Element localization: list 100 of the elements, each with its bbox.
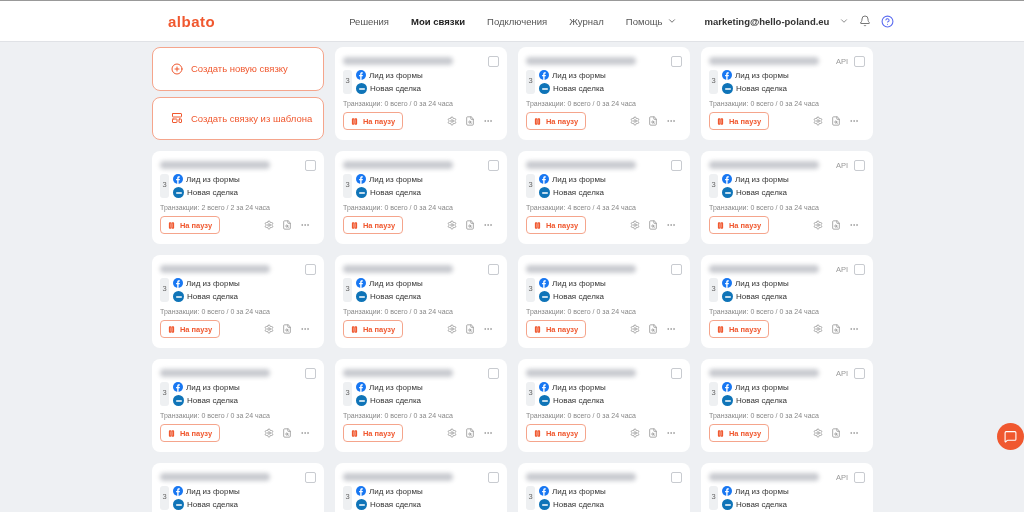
pause-icon: [716, 221, 724, 229]
action-label: Новая сделка: [736, 188, 788, 197]
facebook-icon: [173, 486, 183, 496]
settings-icon[interactable]: [264, 428, 274, 438]
checkbox[interactable]: [488, 367, 499, 379]
action-label: Новая сделка: [553, 292, 605, 301]
settings-icon[interactable]: [630, 428, 640, 438]
checkbox[interactable]: [671, 159, 682, 171]
checkbox[interactable]: [305, 367, 316, 379]
nav-link[interactable]: Мои связки: [411, 15, 466, 27]
create-button[interactable]: Создать связку из шаблона: [152, 96, 324, 140]
pause-icon: [350, 429, 358, 437]
trigger-label: Лид из формы: [186, 174, 240, 184]
checkbox[interactable]: [488, 55, 499, 67]
facebook-icon: [722, 70, 732, 80]
settings-icon[interactable]: [264, 220, 274, 230]
trigger-label: Лид из формы: [369, 486, 423, 496]
document-search-icon[interactable]: [648, 116, 658, 126]
checkbox[interactable]: [305, 263, 316, 275]
checkbox[interactable]: [671, 367, 682, 379]
facebook-icon: [356, 382, 366, 392]
checkbox[interactable]: [854, 263, 865, 275]
nav-link[interactable]: Решения: [349, 15, 389, 27]
account-email[interactable]: marketing@hello-poland.eu: [704, 15, 830, 27]
settings-icon[interactable]: [447, 324, 457, 334]
pause-icon: [350, 221, 358, 229]
chat-icon: [1004, 430, 1017, 443]
trigger-label: Лид из формы: [735, 70, 789, 80]
document-search-icon[interactable]: [465, 116, 475, 126]
document-search-icon[interactable]: [648, 428, 658, 438]
pause-icon: [533, 221, 541, 229]
crm-icon: [539, 83, 550, 94]
document-search-icon[interactable]: [282, 220, 292, 230]
settings-icon[interactable]: [630, 116, 640, 126]
checkbox[interactable]: [854, 159, 865, 171]
facebook-icon: [539, 486, 549, 496]
settings-icon[interactable]: [630, 324, 640, 334]
settings-icon[interactable]: [264, 324, 274, 334]
document-search-icon[interactable]: [648, 324, 658, 334]
document-search-icon[interactable]: [465, 428, 475, 438]
settings-icon[interactable]: [813, 428, 823, 438]
document-search-icon[interactable]: [831, 428, 841, 438]
document-search-icon[interactable]: [282, 428, 292, 438]
pause-icon: [716, 325, 724, 333]
facebook-icon: [722, 382, 732, 392]
settings-icon[interactable]: [813, 116, 823, 126]
document-search-icon[interactable]: [831, 324, 841, 334]
action-label: Новая сделка: [370, 188, 422, 197]
pause-icon: [533, 429, 541, 437]
checkbox[interactable]: [854, 471, 865, 483]
nav-link[interactable]: Журнал: [569, 15, 604, 27]
document-search-icon[interactable]: [831, 116, 841, 126]
settings-icon[interactable]: [447, 428, 457, 438]
plus-circle-icon: [171, 62, 183, 75]
checkbox[interactable]: [671, 263, 682, 275]
document-search-icon[interactable]: [648, 220, 658, 230]
document-search-icon[interactable]: [465, 220, 475, 230]
bell-icon[interactable]: [859, 15, 872, 27]
document-search-icon[interactable]: [465, 324, 475, 334]
action-label: Новая сделка: [187, 396, 239, 405]
document-search-icon[interactable]: [831, 220, 841, 230]
facebook-icon: [539, 70, 549, 80]
checkbox[interactable]: [488, 263, 499, 275]
create-button[interactable]: Создать новую связку: [152, 47, 324, 91]
settings-icon[interactable]: [813, 220, 823, 230]
chat-button[interactable]: [997, 423, 1024, 450]
settings-icon[interactable]: [630, 220, 640, 230]
settings-icon[interactable]: [447, 116, 457, 126]
trigger-label: Лид из формы: [369, 278, 423, 288]
action-label: Новая сделка: [553, 84, 605, 93]
logo[interactable]: albato: [168, 12, 216, 30]
help-icon[interactable]: [881, 14, 895, 28]
checkbox[interactable]: [671, 55, 682, 67]
crm-icon: [722, 83, 733, 94]
settings-icon[interactable]: [813, 324, 823, 334]
crm-icon: [539, 187, 550, 198]
pause-icon: [167, 325, 175, 333]
facebook-icon: [539, 382, 549, 392]
facebook-icon: [539, 174, 549, 184]
trigger-label: Лид из формы: [735, 278, 789, 288]
pause-icon: [167, 429, 175, 437]
checkbox[interactable]: [488, 159, 499, 171]
nav-link[interactable]: Помощь: [625, 15, 677, 27]
trigger-label: Лид из формы: [552, 486, 606, 496]
checkbox[interactable]: [854, 55, 865, 67]
chevron-down-icon[interactable]: [839, 16, 850, 26]
checkbox[interactable]: [305, 159, 316, 171]
nav-link[interactable]: Подключения: [487, 15, 548, 27]
trigger-label: Лид из формы: [369, 174, 423, 184]
checkbox[interactable]: [305, 471, 316, 483]
document-search-icon[interactable]: [282, 324, 292, 334]
checkbox[interactable]: [671, 471, 682, 483]
pause-icon: [167, 221, 175, 229]
action-label: Новая сделка: [187, 500, 239, 509]
settings-icon[interactable]: [447, 220, 457, 230]
facebook-icon: [722, 278, 732, 288]
checkbox[interactable]: [854, 367, 865, 379]
checkbox[interactable]: [488, 471, 499, 483]
facebook-icon: [356, 486, 366, 496]
action-label: Новая сделка: [187, 188, 239, 197]
